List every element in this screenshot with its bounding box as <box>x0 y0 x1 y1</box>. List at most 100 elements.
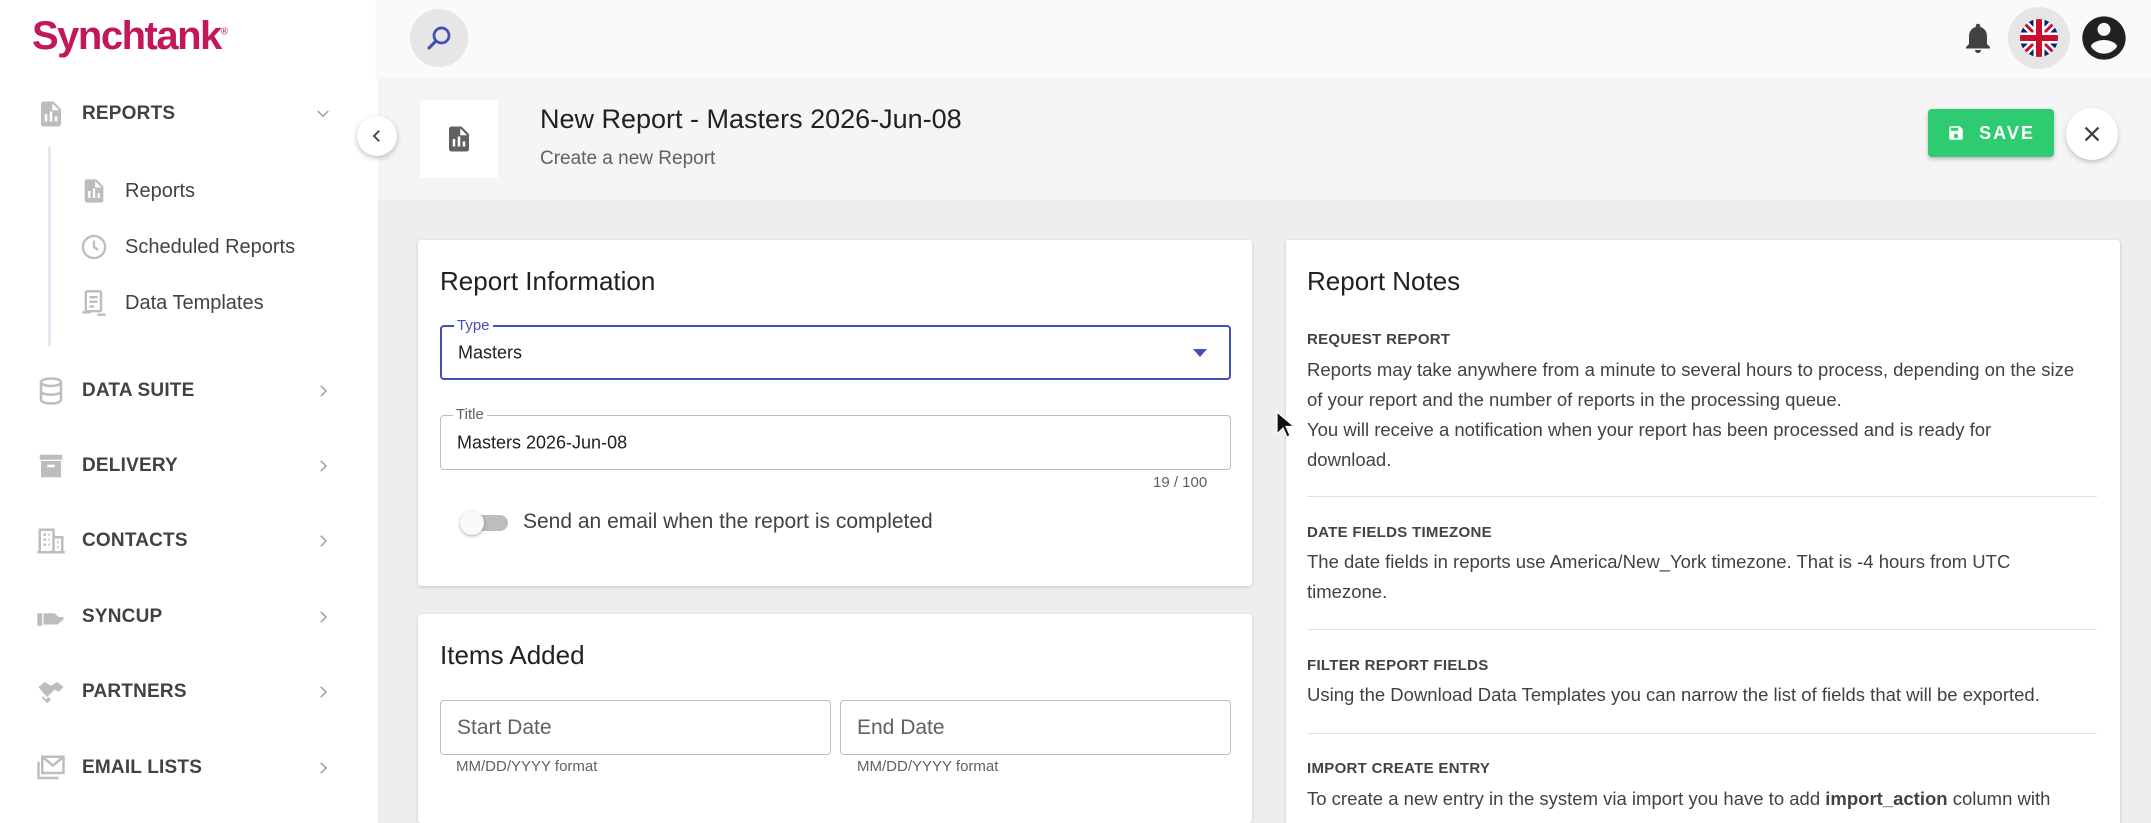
brand-logo[interactable]: Synchtank® <box>32 14 228 59</box>
note-divider <box>1307 496 2097 497</box>
sidebar-group-contacts[interactable]: CONTACTS <box>0 511 378 571</box>
archive-box-icon <box>39 454 63 478</box>
mouse-cursor-icon <box>1276 411 1296 438</box>
note-line: Using the Download Data Templates you ca… <box>1307 684 2040 705</box>
sidebar-item-data-templates[interactable]: Data Templates <box>0 278 378 328</box>
sidebar-group-label: EMAIL LISTS <box>82 757 203 778</box>
notification-bell-icon[interactable] <box>1960 20 1996 56</box>
chevron-down-icon <box>317 110 329 118</box>
chevron-right-icon <box>320 385 328 397</box>
note-body: The date fields in reports use America/N… <box>1307 547 2097 607</box>
chevron-right-icon <box>320 762 328 774</box>
clock-icon <box>81 234 107 260</box>
title-char-counter: 19 / 100 <box>1153 474 1208 491</box>
note-code: import_action <box>1825 788 1948 809</box>
floppy-disk-icon <box>1949 126 1963 140</box>
toggle-thumb <box>460 511 484 535</box>
sidebar-group-label: DELIVERY <box>82 455 178 476</box>
note-line: download. <box>1307 449 1392 470</box>
building-icon <box>37 528 65 554</box>
chevron-right-icon <box>320 535 328 547</box>
end-date-hint: MM/DD/YYYY format <box>857 758 999 775</box>
start-date-input[interactable]: Start Date <box>440 700 831 755</box>
note-title: FILTER REPORT FIELDS <box>1307 657 1489 674</box>
sidebar-group-data-suite[interactable]: DATA SUITE <box>0 361 378 421</box>
type-value: Masters <box>458 342 523 362</box>
note-title: IMPORT CREATE ENTRY <box>1307 760 1491 777</box>
sidebar-group-label: SYNCUP <box>82 606 163 627</box>
close-icon <box>2084 126 2100 142</box>
page-title: New Report - Masters 2026-Jun-08 <box>540 104 962 134</box>
start-date-placeholder: Start Date <box>457 715 552 739</box>
sidebar-item-reports[interactable]: Reports <box>0 166 378 216</box>
sidebar-group-delivery[interactable]: DELIVERY <box>0 436 378 496</box>
note-body: To create a new entry in the system via … <box>1307 784 2097 814</box>
email-notification-toggle[interactable] <box>460 511 510 535</box>
hand-icon <box>37 613 64 626</box>
page-header-icon <box>420 100 498 178</box>
chevron-right-icon <box>320 611 328 623</box>
note-line: You will receive a notification when you… <box>1307 419 1992 440</box>
sidebar-item-scheduled-reports[interactable]: Scheduled Reports <box>0 222 378 272</box>
sidebar-group-partners[interactable]: PARTNERS <box>0 662 378 722</box>
chevron-right-icon <box>320 460 328 472</box>
save-button[interactable]: SAVE <box>1928 109 2054 157</box>
uk-flag-icon <box>2020 19 2058 57</box>
note-divider <box>1307 733 2097 734</box>
close-button[interactable] <box>2066 108 2118 160</box>
page-header <box>378 78 2151 200</box>
sidebar-group-reports[interactable]: REPORTS <box>0 84 378 144</box>
note-body: Reports may take anywhere from a minute … <box>1307 355 2097 475</box>
title-field[interactable]: Title Masters 2026-Jun-08 <box>440 406 1231 470</box>
handshake-icon <box>38 682 64 704</box>
note-text: To create a new entry in the system via … <box>1307 788 1826 809</box>
note-divider <box>1307 629 2097 630</box>
mail-list-icon <box>37 755 65 780</box>
note-title: REQUEST REPORT <box>1307 331 1451 348</box>
sidebar-item-label: Scheduled Reports <box>125 235 296 258</box>
start-date-hint: MM/DD/YYYY format <box>456 758 598 775</box>
search-button[interactable] <box>410 9 468 67</box>
note-line: Reports may take anywhere from a minute … <box>1307 359 2075 380</box>
search-icon <box>427 26 451 50</box>
end-date-placeholder: End Date <box>857 715 945 739</box>
sidebar-group-label: REPORTS <box>82 103 176 124</box>
sidebar-group-syncup[interactable]: SYNCUP <box>0 587 378 647</box>
report-file-icon <box>41 101 61 127</box>
items-added-heading: Items Added <box>440 640 585 670</box>
sidebar-group-label: PARTNERS <box>82 681 187 702</box>
note-line: of your report and the number of reports… <box>1307 389 1842 410</box>
note-text: column with <box>1947 788 2051 809</box>
note-line: timezone. <box>1307 581 1388 602</box>
note-title: DATE FIELDS TIMEZONE <box>1307 524 1492 541</box>
report-file-icon <box>449 126 469 152</box>
user-avatar-icon[interactable] <box>2078 12 2130 64</box>
save-button-label: SAVE <box>1979 122 2035 143</box>
sidebar-item-label: Data Templates <box>125 291 264 314</box>
database-icon <box>39 377 63 405</box>
title-value: Masters 2026-Jun-08 <box>457 432 628 452</box>
sidebar-group-email-lists[interactable]: EMAIL LISTS <box>0 738 378 798</box>
type-select[interactable]: Type Masters <box>440 317 1231 380</box>
sidebar: Synchtank® REPORTS Reports Scheduled Rep… <box>0 0 378 823</box>
report-file-icon <box>84 179 104 203</box>
collapse-sidebar-button[interactable] <box>357 116 397 156</box>
dropdown-arrow-icon <box>1193 348 1207 357</box>
email-notification-label: Send an email when the report is complet… <box>523 510 933 533</box>
type-label: Type <box>454 317 493 334</box>
report-notes-heading: Report Notes <box>1307 266 1461 296</box>
report-information-heading: Report Information <box>440 266 656 296</box>
template-icon <box>82 290 106 316</box>
page-subtitle: Create a new Report <box>540 148 716 169</box>
note-body: Using the Download Data Templates you ca… <box>1307 680 2097 710</box>
sidebar-group-label: CONTACTS <box>82 530 188 551</box>
note-line: The date fields in reports use America/N… <box>1307 551 2011 572</box>
chevron-left-icon <box>372 130 380 142</box>
top-bar <box>378 0 2151 78</box>
language-selector[interactable] <box>2008 7 2070 69</box>
sidebar-item-label: Reports <box>125 179 196 202</box>
end-date-input[interactable]: End Date <box>840 700 1231 755</box>
title-label: Title <box>453 406 487 423</box>
sidebar-group-label: DATA SUITE <box>82 380 195 401</box>
chevron-right-icon <box>320 686 328 698</box>
